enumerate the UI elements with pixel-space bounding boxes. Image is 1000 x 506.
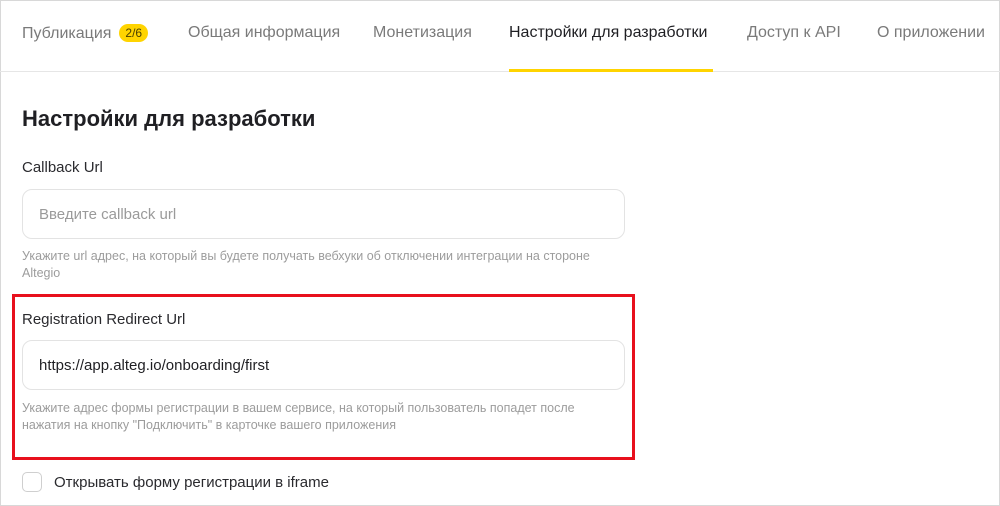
redirect-url-label: Registration Redirect Url bbox=[22, 311, 186, 328]
tab-publication[interactable]: Публикация 2/6 bbox=[22, 24, 149, 72]
tab-label: Монетизация bbox=[373, 24, 472, 41]
tab-about-app[interactable]: О приложении bbox=[877, 24, 985, 72]
progress-badge: 2/6 bbox=[119, 24, 149, 42]
callback-url-field bbox=[22, 189, 625, 239]
page-title: Настройки для разработки bbox=[22, 106, 316, 131]
iframe-checkbox-label: Открывать форму регистрации в iframe bbox=[54, 473, 329, 491]
callback-url-input[interactable] bbox=[23, 190, 624, 238]
callback-url-label: Callback Url bbox=[22, 159, 103, 176]
tab-label: О приложении bbox=[877, 24, 985, 41]
tab-label: Доступ к API bbox=[747, 24, 841, 41]
callback-url-hint: Укажите url адрес, на который вы будете … bbox=[22, 249, 590, 280]
tab-label: Общая информация bbox=[188, 24, 341, 41]
tab-monetization[interactable]: Монетизация bbox=[373, 24, 472, 72]
iframe-checkbox[interactable] bbox=[22, 472, 42, 492]
tab-label: Публикация bbox=[22, 25, 112, 42]
tab-label: Настройки для разработки bbox=[509, 24, 708, 41]
iframe-option[interactable]: Открывать форму регистрации в iframe bbox=[22, 470, 329, 494]
redirect-url-hint: Укажите адрес формы регистрации в вашем … bbox=[22, 401, 575, 432]
redirect-url-field bbox=[22, 340, 625, 390]
tab-general-info[interactable]: Общая информация bbox=[188, 24, 340, 72]
tab-api-access[interactable]: Доступ к API bbox=[747, 24, 841, 72]
redirect-url-input[interactable] bbox=[23, 341, 624, 389]
tab-bar: Публикация 2/6 Общая информация Монетизац… bbox=[0, 0, 1000, 72]
tab-dev-settings[interactable]: Настройки для разработки bbox=[509, 24, 713, 72]
